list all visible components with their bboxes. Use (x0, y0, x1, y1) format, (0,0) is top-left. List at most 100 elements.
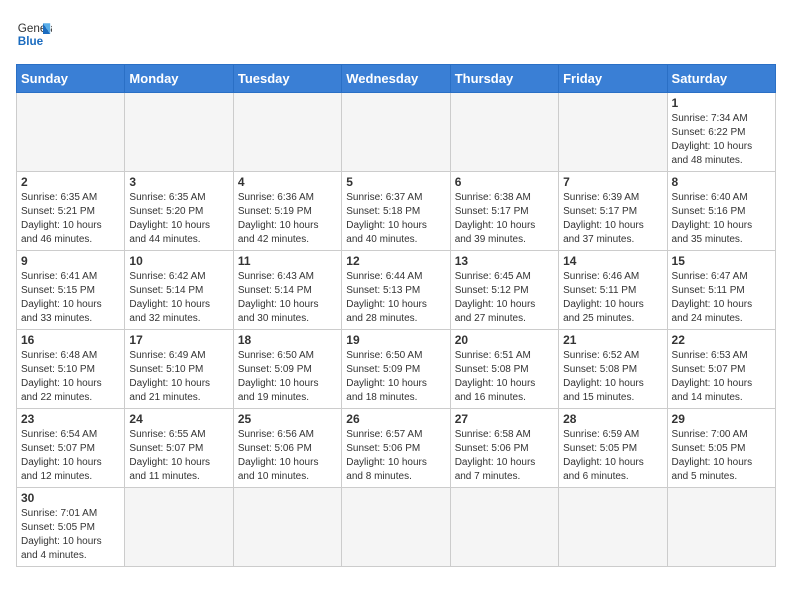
calendar-cell: 11Sunrise: 6:43 AM Sunset: 5:14 PM Dayli… (233, 251, 341, 330)
day-info: Sunrise: 7:00 AM Sunset: 5:05 PM Dayligh… (672, 428, 771, 484)
day-info: Sunrise: 6:39 AM Sunset: 5:17 PM Dayligh… (563, 191, 662, 247)
day-number: 28 (563, 412, 662, 426)
calendar-cell: 18 Sunrise: 6:50 AM Sunset: 5:09 PM Dayli… (233, 330, 341, 409)
day-number: 16 (21, 333, 120, 347)
calendar-cell: 2Sunrise: 6:35 AM Sunset: 5:21 PM Daylig… (17, 172, 125, 251)
calendar-cell: 17 Sunrise: 6:49 AM Sunset: 5:10 PM Dayli… (125, 330, 233, 409)
calendar-cell: 29 Sunrise: 7:00 AM Sunset: 5:05 PM Dayli… (667, 409, 775, 488)
day-number: 13 (455, 254, 554, 268)
day-info: Sunrise: 6:55 AM Sunset: 5:07 PM Dayligh… (129, 428, 228, 484)
calendar-cell (17, 93, 125, 172)
calendar-cell: 12Sunrise: 6:44 AM Sunset: 5:13 PM Dayli… (342, 251, 450, 330)
day-info: Sunrise: 6:53 AM Sunset: 5:07 PM Dayligh… (672, 349, 771, 405)
day-number: 3 (129, 175, 228, 189)
day-number: 11 (238, 254, 337, 268)
col-header-thursday: Thursday (450, 65, 558, 93)
day-info: Sunrise: 6:41 AM Sunset: 5:15 PM Dayligh… (21, 270, 120, 326)
day-info: Sunrise: 6:52 AM Sunset: 5:08 PM Dayligh… (563, 349, 662, 405)
calendar-cell: 21 Sunrise: 6:52 AM Sunset: 5:08 PM Dayli… (559, 330, 667, 409)
day-info: Sunrise: 6:50 AM Sunset: 5:09 PM Dayligh… (238, 349, 337, 405)
day-info: Sunrise: 6:58 AM Sunset: 5:06 PM Dayligh… (455, 428, 554, 484)
calendar-cell: 8 Sunrise: 6:40 AM Sunset: 5:16 PM Daylig… (667, 172, 775, 251)
day-number: 15 (672, 254, 771, 268)
day-number: 25 (238, 412, 337, 426)
calendar-week-4: 23Sunrise: 6:54 AM Sunset: 5:07 PM Dayli… (17, 409, 776, 488)
day-number: 27 (455, 412, 554, 426)
calendar-cell: 13 Sunrise: 6:45 AM Sunset: 5:12 PM Dayli… (450, 251, 558, 330)
calendar-cell: 23Sunrise: 6:54 AM Sunset: 5:07 PM Dayli… (17, 409, 125, 488)
day-info: Sunrise: 6:40 AM Sunset: 5:16 PM Dayligh… (672, 191, 771, 247)
day-number: 21 (563, 333, 662, 347)
day-info: Sunrise: 6:56 AM Sunset: 5:06 PM Dayligh… (238, 428, 337, 484)
day-number: 26 (346, 412, 445, 426)
day-info: Sunrise: 7:34 AM Sunset: 6:22 PM Dayligh… (672, 112, 771, 168)
calendar-week-3: 16 Sunrise: 6:48 AM Sunset: 5:10 PM Dayli… (17, 330, 776, 409)
day-number: 17 (129, 333, 228, 347)
calendar-cell (125, 488, 233, 567)
day-number: 2 (21, 175, 120, 189)
day-number: 8 (672, 175, 771, 189)
calendar-cell: 1 Sunrise: 7:34 AM Sunset: 6:22 PM Daylig… (667, 93, 775, 172)
day-number: 19 (346, 333, 445, 347)
calendar: SundayMondayTuesdayWednesdayThursdayFrid… (16, 64, 776, 567)
calendar-header-row: SundayMondayTuesdayWednesdayThursdayFrid… (17, 65, 776, 93)
calendar-cell (233, 93, 341, 172)
col-header-tuesday: Tuesday (233, 65, 341, 93)
logo-icon: General Blue (16, 16, 52, 52)
calendar-cell (342, 488, 450, 567)
calendar-cell (559, 488, 667, 567)
calendar-cell (342, 93, 450, 172)
day-info: Sunrise: 7:01 AM Sunset: 5:05 PM Dayligh… (21, 507, 120, 563)
day-number: 29 (672, 412, 771, 426)
day-info: Sunrise: 6:48 AM Sunset: 5:10 PM Dayligh… (21, 349, 120, 405)
day-info: Sunrise: 6:36 AM Sunset: 5:19 PM Dayligh… (238, 191, 337, 247)
day-info: Sunrise: 6:49 AM Sunset: 5:10 PM Dayligh… (129, 349, 228, 405)
calendar-week-5: 30 Sunrise: 7:01 AM Sunset: 5:05 PM Dayli… (17, 488, 776, 567)
calendar-cell: 14Sunrise: 6:46 AM Sunset: 5:11 PM Dayli… (559, 251, 667, 330)
calendar-cell: 26 Sunrise: 6:57 AM Sunset: 5:06 PM Dayli… (342, 409, 450, 488)
day-number: 30 (21, 491, 120, 505)
header: General Blue (16, 16, 776, 52)
calendar-cell: 24Sunrise: 6:55 AM Sunset: 5:07 PM Dayli… (125, 409, 233, 488)
day-number: 9 (21, 254, 120, 268)
day-info: Sunrise: 6:35 AM Sunset: 5:20 PM Dayligh… (129, 191, 228, 247)
calendar-week-1: 2Sunrise: 6:35 AM Sunset: 5:21 PM Daylig… (17, 172, 776, 251)
day-info: Sunrise: 6:57 AM Sunset: 5:06 PM Dayligh… (346, 428, 445, 484)
day-number: 22 (672, 333, 771, 347)
calendar-cell: 22 Sunrise: 6:53 AM Sunset: 5:07 PM Dayli… (667, 330, 775, 409)
calendar-cell: 7Sunrise: 6:39 AM Sunset: 5:17 PM Daylig… (559, 172, 667, 251)
day-info: Sunrise: 6:51 AM Sunset: 5:08 PM Dayligh… (455, 349, 554, 405)
col-header-sunday: Sunday (17, 65, 125, 93)
day-number: 18 (238, 333, 337, 347)
svg-text:Blue: Blue (18, 35, 44, 48)
calendar-cell: 19 Sunrise: 6:50 AM Sunset: 5:09 PM Dayli… (342, 330, 450, 409)
day-number: 10 (129, 254, 228, 268)
day-info: Sunrise: 6:45 AM Sunset: 5:12 PM Dayligh… (455, 270, 554, 326)
calendar-cell: 16 Sunrise: 6:48 AM Sunset: 5:10 PM Dayli… (17, 330, 125, 409)
calendar-cell (125, 93, 233, 172)
day-number: 1 (672, 96, 771, 110)
calendar-cell (233, 488, 341, 567)
logo: General Blue (16, 16, 52, 52)
calendar-cell: 5 Sunrise: 6:37 AM Sunset: 5:18 PM Daylig… (342, 172, 450, 251)
day-number: 4 (238, 175, 337, 189)
calendar-cell: 25 Sunrise: 6:56 AM Sunset: 5:06 PM Dayli… (233, 409, 341, 488)
day-info: Sunrise: 6:42 AM Sunset: 5:14 PM Dayligh… (129, 270, 228, 326)
day-number: 5 (346, 175, 445, 189)
calendar-cell: 10 Sunrise: 6:42 AM Sunset: 5:14 PM Dayli… (125, 251, 233, 330)
calendar-cell (450, 93, 558, 172)
col-header-saturday: Saturday (667, 65, 775, 93)
day-number: 23 (21, 412, 120, 426)
day-info: Sunrise: 6:38 AM Sunset: 5:17 PM Dayligh… (455, 191, 554, 247)
col-header-monday: Monday (125, 65, 233, 93)
calendar-cell: 6Sunrise: 6:38 AM Sunset: 5:17 PM Daylig… (450, 172, 558, 251)
calendar-cell (667, 488, 775, 567)
day-number: 14 (563, 254, 662, 268)
day-info: Sunrise: 6:44 AM Sunset: 5:13 PM Dayligh… (346, 270, 445, 326)
day-info: Sunrise: 6:50 AM Sunset: 5:09 PM Dayligh… (346, 349, 445, 405)
day-info: Sunrise: 6:37 AM Sunset: 5:18 PM Dayligh… (346, 191, 445, 247)
col-header-friday: Friday (559, 65, 667, 93)
calendar-cell: 3 Sunrise: 6:35 AM Sunset: 5:20 PM Daylig… (125, 172, 233, 251)
day-info: Sunrise: 6:47 AM Sunset: 5:11 PM Dayligh… (672, 270, 771, 326)
calendar-cell: 27 Sunrise: 6:58 AM Sunset: 5:06 PM Dayli… (450, 409, 558, 488)
